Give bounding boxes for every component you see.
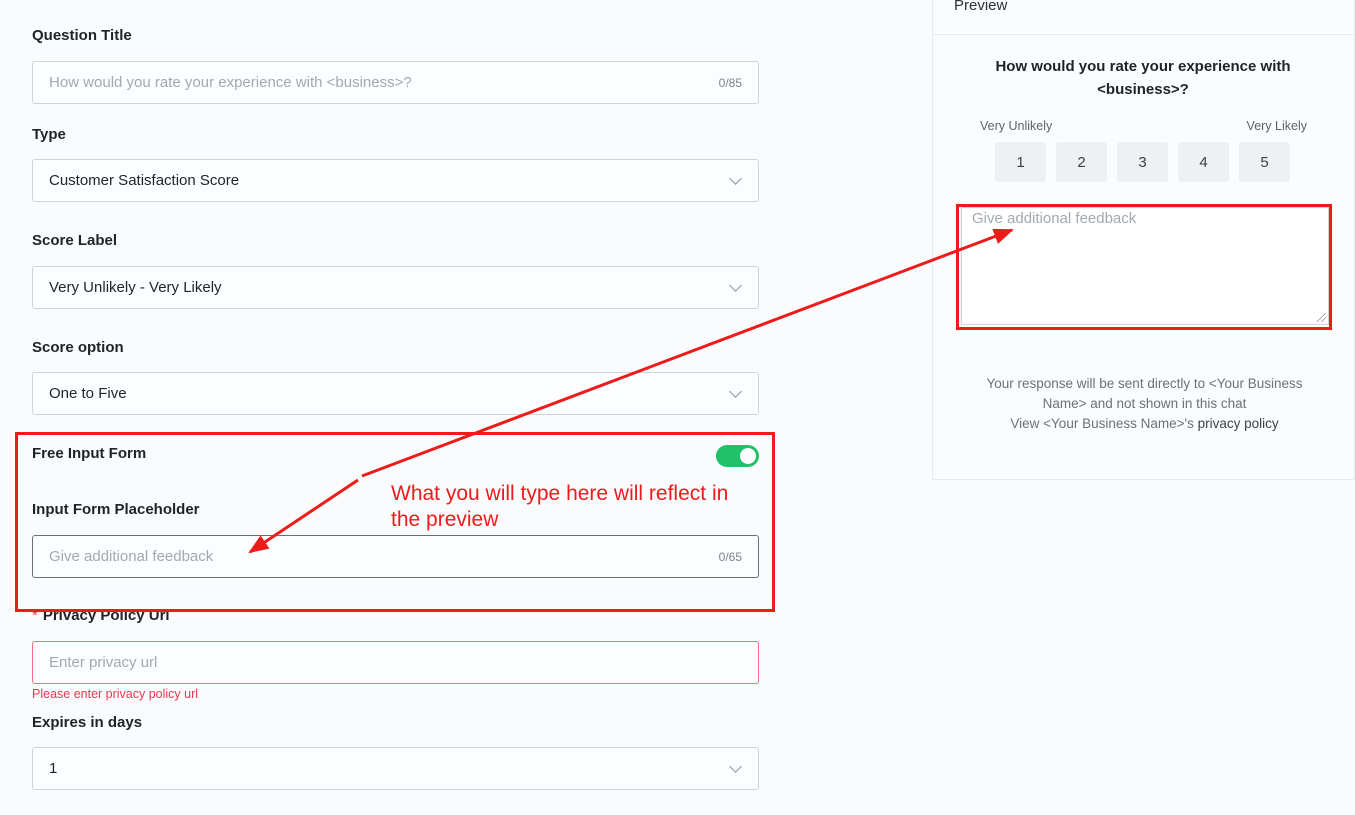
privacy-policy-url-label: * Privacy Policy Url xyxy=(32,607,170,624)
input-form-placeholder-label: Input Form Placeholder xyxy=(32,501,200,518)
privacy-policy-url-label-text: Privacy Policy Url xyxy=(42,607,170,624)
question-title-counter: 0/85 xyxy=(718,75,742,90)
preview-score-5[interactable]: 5 xyxy=(1239,142,1290,182)
type-select[interactable]: Customer Satisfaction Score xyxy=(32,159,759,202)
preview-question: How would you rate your experience with … xyxy=(995,58,1291,98)
privacy-policy-url-error: Please enter privacy policy url xyxy=(32,687,199,701)
preview-feedback-textarea[interactable]: Give additional feedback xyxy=(961,207,1329,325)
expires-in-days-select[interactable]: 1 xyxy=(32,747,759,790)
question-title-placeholder: How would you rate your experience with … xyxy=(49,74,412,91)
preview-footer-prefix: View <Your Business Name>'s xyxy=(1010,416,1198,431)
preview-score-3[interactable]: 3 xyxy=(1117,142,1168,182)
expires-in-days-label: Expires in days xyxy=(32,714,143,731)
question-title-label: Question Title xyxy=(32,27,132,44)
input-form-placeholder-counter: 0/65 xyxy=(718,549,742,564)
preview-score-2[interactable]: 2 xyxy=(1056,142,1107,182)
score-option-label: Score option xyxy=(32,339,124,356)
privacy-policy-url-input[interactable]: Enter privacy url xyxy=(32,641,759,684)
expires-in-days-value: 1 xyxy=(49,760,58,777)
preview-feedback-placeholder: Give additional feedback xyxy=(972,210,1137,227)
free-input-form-toggle[interactable] xyxy=(716,445,759,467)
score-option-select[interactable]: One to Five xyxy=(32,372,759,415)
chevron-down-icon xyxy=(729,384,742,398)
chevron-down-icon xyxy=(729,278,742,292)
preview-score-1[interactable]: 1 xyxy=(995,142,1046,182)
privacy-policy-url-placeholder: Enter privacy url xyxy=(49,654,158,671)
score-option-value: One to Five xyxy=(49,385,127,402)
chevron-down-icon xyxy=(729,759,742,773)
toggle-knob xyxy=(740,448,756,464)
privacy-policy-link[interactable]: privacy policy xyxy=(1198,416,1279,431)
preview-footer-line1: Your response will be sent directly to <… xyxy=(986,376,1303,411)
score-label-value: Very Unlikely - Very Likely xyxy=(49,279,222,296)
annotation-text: What you will type here will reflect in … xyxy=(391,482,729,531)
preview-score-options: 1 2 3 4 5 xyxy=(995,142,1290,182)
chevron-down-icon xyxy=(729,171,742,185)
preview-header: Preview xyxy=(933,0,1354,35)
score-label-select[interactable]: Very Unlikely - Very Likely xyxy=(32,266,759,309)
preview-footer: Your response will be sent directly to <… xyxy=(963,374,1326,434)
input-form-placeholder-input[interactable]: Give additional feedback 0/65 xyxy=(32,535,759,578)
free-input-form-label: Free Input Form xyxy=(32,445,147,462)
preview-panel: Preview How would you rate your experien… xyxy=(932,0,1355,480)
question-title-input[interactable]: How would you rate your experience with … xyxy=(32,61,759,104)
score-label-label: Score Label xyxy=(32,232,118,249)
input-form-placeholder-placeholder: Give additional feedback xyxy=(49,548,214,565)
type-label: Type xyxy=(32,126,66,143)
preview-right-label: Very Likely xyxy=(1246,119,1307,133)
required-mark: * xyxy=(32,607,38,624)
preview-left-label: Very Unlikely xyxy=(980,119,1053,133)
resize-handle-icon[interactable] xyxy=(1317,313,1326,322)
preview-score-4[interactable]: 4 xyxy=(1178,142,1229,182)
type-value: Customer Satisfaction Score xyxy=(49,172,240,189)
preview-footer-line2: View <Your Business Name>'s privacy poli… xyxy=(963,414,1326,434)
